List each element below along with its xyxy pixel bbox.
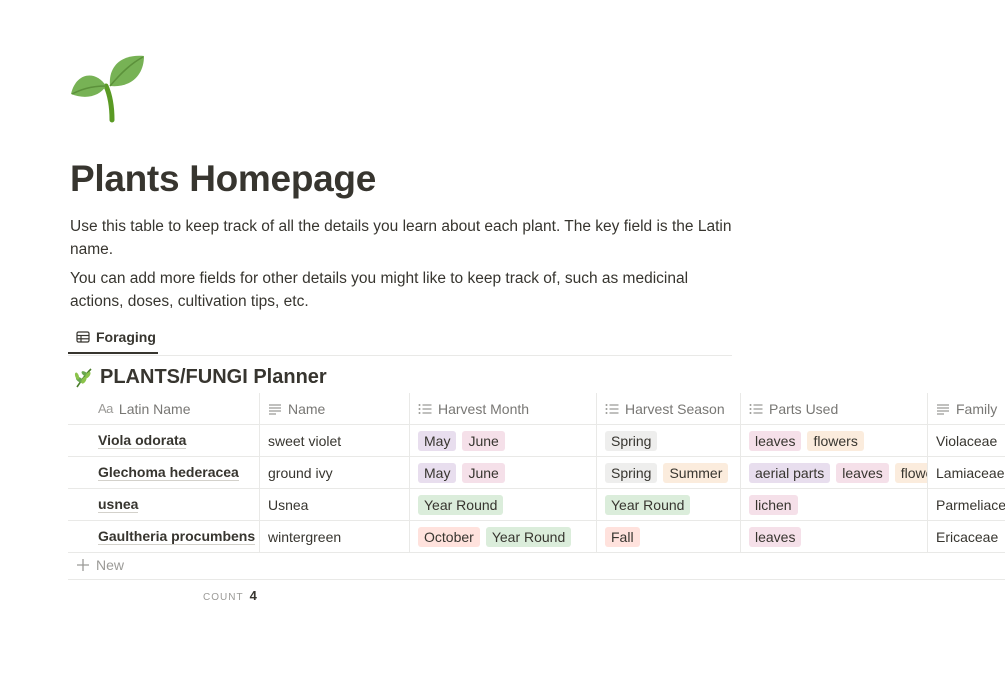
cell-name[interactable]: sweet violet xyxy=(260,425,410,456)
parts-used-tag[interactable]: leaves xyxy=(836,462,889,483)
latin-name-text: Viola odorata xyxy=(98,432,187,449)
list-icon xyxy=(749,403,763,414)
cell-name[interactable]: wintergreen xyxy=(260,521,410,552)
plus-icon xyxy=(77,558,89,571)
latin-name-text: usnea xyxy=(98,496,139,513)
table-row[interactable]: usnea Usnea Year Round Year Round lichen Parm… xyxy=(68,489,1005,521)
parts-used-tag[interactable]: lichen xyxy=(749,494,798,515)
cell-parts-used[interactable]: aerial partsleavesflowers xyxy=(741,457,928,488)
harvest-month-tag[interactable]: June xyxy=(462,430,505,451)
cell-parts-used[interactable]: lichen xyxy=(741,489,928,520)
harvest-season-tag[interactable]: Fall xyxy=(605,526,640,547)
cell-latin-name[interactable]: Viola odorata xyxy=(68,425,260,456)
harvest-month-tag[interactable]: October xyxy=(418,526,480,547)
herb-icon xyxy=(74,367,92,387)
table-body: Viola odorata sweet violet May June Spring le… xyxy=(68,425,1005,553)
latin-name-text: Glechoma hederacea xyxy=(98,464,239,481)
table-header: Aa Latin Name Name Harvest Month Harvest… xyxy=(68,393,1005,425)
text-lines-icon xyxy=(269,403,281,415)
latin-name-text: Gaultheria procumbens xyxy=(98,528,256,545)
cell-harvest-season[interactable]: Fall xyxy=(597,521,741,552)
table-row[interactable]: Gaultheria procumbens wintergreen October Y… xyxy=(68,521,1005,553)
cell-family[interactable]: Lamiaceae xyxy=(928,457,1005,488)
table-row[interactable]: Viola odorata sweet violet May June Spring le… xyxy=(68,425,1005,457)
count-footer[interactable]: COUNT 4 xyxy=(203,588,257,603)
harvest-month-tag[interactable]: Year Round xyxy=(485,526,572,547)
list-icon xyxy=(605,403,619,414)
database-title-text: PLANTS/FUNGI Planner xyxy=(100,366,327,388)
cell-latin-name[interactable]: Glechoma hederacea xyxy=(68,457,260,488)
count-value: 4 xyxy=(249,588,257,603)
count-label: COUNT xyxy=(203,592,244,603)
name-text: sweet violet xyxy=(268,432,342,449)
cell-family[interactable]: Violaceae xyxy=(928,425,1005,456)
harvest-season-tag[interactable]: Spring xyxy=(605,462,658,483)
page-description-1[interactable]: Use this table to keep track of all the … xyxy=(70,215,740,261)
family-text: Lamiaceae xyxy=(936,464,1005,481)
name-text: wintergreen xyxy=(268,528,342,545)
new-row-label: New xyxy=(96,556,125,573)
cell-harvest-month[interactable]: Year Round xyxy=(410,489,597,520)
parts-used-tag[interactable]: flowers xyxy=(894,462,927,483)
column-header-harvest-month[interactable]: Harvest Month xyxy=(410,393,597,424)
harvest-month-tag[interactable]: May xyxy=(418,462,457,483)
family-text: Ericaceae xyxy=(936,528,999,545)
cell-family[interactable]: Parmeliaceae xyxy=(928,489,1005,520)
tab-label: Foraging xyxy=(96,329,156,345)
column-header-family[interactable]: Family xyxy=(928,393,1005,424)
parts-used-tag[interactable]: flowers xyxy=(807,430,864,451)
text-lines-icon xyxy=(937,403,949,415)
cell-harvest-season[interactable]: Spring Summer xyxy=(597,457,741,488)
cell-harvest-month[interactable]: May June xyxy=(410,425,597,456)
harvest-month-tag[interactable]: May xyxy=(418,430,457,451)
parts-used-tag[interactable]: leaves xyxy=(749,526,802,547)
tab-foraging[interactable]: Foraging xyxy=(68,322,158,354)
column-header-latin-name[interactable]: Aa Latin Name xyxy=(68,393,260,424)
cell-harvest-season[interactable]: Year Round xyxy=(597,489,741,520)
cell-harvest-season[interactable]: Spring xyxy=(597,425,741,456)
table-row[interactable]: Glechoma hederacea ground ivy May June Sprin… xyxy=(68,457,1005,489)
family-text: Parmeliaceae xyxy=(936,496,1005,513)
cell-family[interactable]: Ericaceae xyxy=(928,521,1005,552)
harvest-season-tag[interactable]: Spring xyxy=(605,430,658,451)
cell-latin-name[interactable]: Gaultheria procumbens xyxy=(68,521,260,552)
cell-name[interactable]: Usnea xyxy=(260,489,410,520)
column-header-harvest-season[interactable]: Harvest Season xyxy=(597,393,741,424)
family-text: Violaceae xyxy=(936,432,998,449)
table-icon xyxy=(76,331,90,343)
text-aa-icon: Aa xyxy=(98,401,113,416)
page-title[interactable]: Plants Homepage xyxy=(70,158,376,200)
harvest-season-tag[interactable]: Summer xyxy=(663,462,729,483)
cell-harvest-month[interactable]: October Year Round xyxy=(410,521,597,552)
cell-parts-used[interactable]: leaves xyxy=(741,521,928,552)
list-icon xyxy=(418,403,432,414)
name-text: ground ivy xyxy=(268,464,333,481)
harvest-season-tag[interactable]: Year Round xyxy=(605,494,691,515)
cell-parts-used[interactable]: leaves flowers xyxy=(741,425,928,456)
column-header-parts-used[interactable]: Parts Used xyxy=(741,393,928,424)
seedling-icon[interactable] xyxy=(68,50,148,125)
plants-table: Aa Latin Name Name Harvest Month Harvest… xyxy=(68,393,1005,553)
parts-used-tag[interactable]: leaves xyxy=(749,430,802,451)
harvest-month-tag[interactable]: June xyxy=(462,462,505,483)
cell-name[interactable]: ground ivy xyxy=(260,457,410,488)
cell-latin-name[interactable]: usnea xyxy=(68,489,260,520)
name-text: Usnea xyxy=(268,496,309,513)
parts-used-tag[interactable]: aerial parts xyxy=(749,462,831,483)
database-title[interactable]: PLANTS/FUNGI Planner xyxy=(72,366,327,389)
harvest-month-tag[interactable]: Year Round xyxy=(418,494,504,515)
page-description-2[interactable]: You can add more fields for other detail… xyxy=(70,267,740,313)
column-header-name[interactable]: Name xyxy=(260,393,410,424)
view-tabs: Foraging xyxy=(68,322,732,356)
cell-harvest-month[interactable]: May June xyxy=(410,457,597,488)
add-new-row-button[interactable]: New xyxy=(68,550,1005,580)
